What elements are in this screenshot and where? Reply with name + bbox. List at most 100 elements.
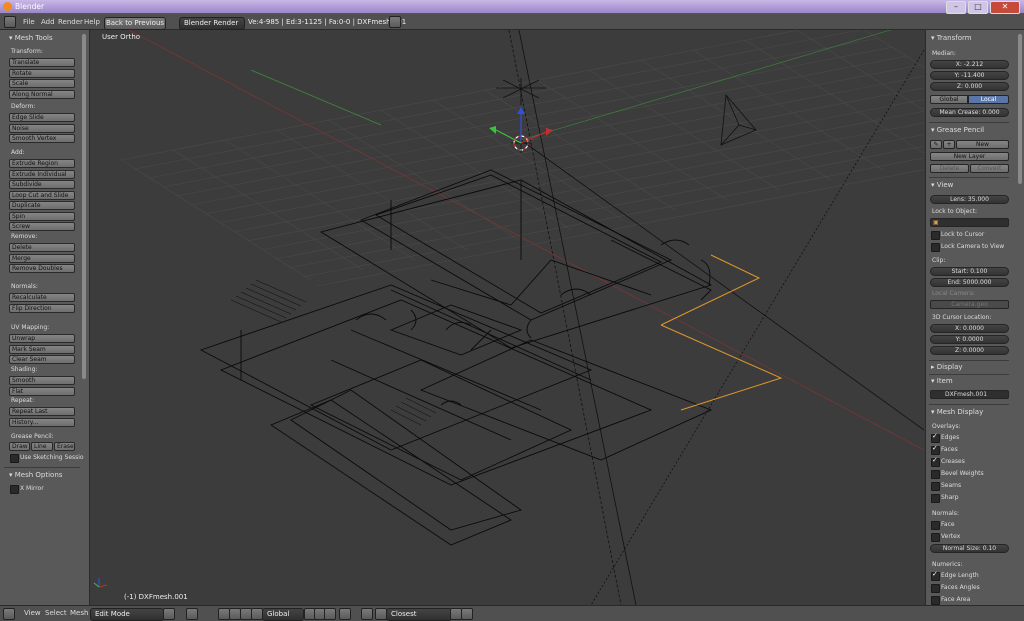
cursor-y-field[interactable]: Y: 0.0000 bbox=[930, 335, 1009, 344]
tool-button-smooth[interactable]: Smooth bbox=[9, 376, 75, 385]
tool-button-delete[interactable]: Delete bbox=[9, 243, 75, 252]
tool-button-extrude-individual[interactable]: Extrude Individual bbox=[9, 169, 75, 179]
mesh-display-panel-header[interactable]: ▾ Mesh Display bbox=[931, 408, 983, 416]
vertex-normals-checkbox[interactable] bbox=[931, 533, 940, 542]
seams-checkbox[interactable] bbox=[931, 482, 940, 491]
render-engine-dropdown[interactable]: Blender Render bbox=[179, 17, 245, 30]
face-select-icon[interactable] bbox=[324, 608, 336, 620]
tool-button-extrude-region[interactable]: Extrude Region bbox=[9, 159, 75, 168]
tool-button-screw[interactable]: Screw bbox=[9, 222, 75, 231]
snap-target-dropdown[interactable]: Closest bbox=[386, 608, 452, 621]
tool-button-remove-doubles[interactable]: Remove Doubles bbox=[9, 264, 75, 273]
editor-type-icon[interactable] bbox=[3, 608, 15, 620]
edges-checkbox[interactable] bbox=[931, 432, 940, 443]
opengl-render-icon[interactable] bbox=[461, 608, 473, 620]
minimize-button[interactable]: – bbox=[946, 1, 966, 14]
sharp-checkbox[interactable] bbox=[931, 494, 940, 503]
tool-button-flip-direction[interactable]: Flip Direction bbox=[9, 303, 75, 313]
pencil-icon[interactable]: ✎ bbox=[930, 140, 942, 149]
menu-view[interactable]: View bbox=[24, 609, 41, 617]
tool-button-flat[interactable]: Flat bbox=[9, 386, 75, 396]
lock-object-field[interactable]: ▣ bbox=[930, 218, 1009, 227]
menu-render[interactable]: Render bbox=[58, 18, 83, 26]
tool-button-recalculate[interactable]: Recalculate bbox=[9, 293, 75, 302]
gp-new-button[interactable]: New bbox=[956, 140, 1009, 149]
mesh-tools-header[interactable]: ▾ Mesh Tools bbox=[9, 34, 53, 42]
global-toggle[interactable]: Global bbox=[930, 95, 968, 104]
tool-button-mark-seam[interactable]: Mark Seam bbox=[9, 344, 75, 354]
tool-button-scale[interactable]: Scale bbox=[9, 79, 75, 88]
tool-button-merge[interactable]: Merge bbox=[9, 253, 75, 263]
toolshelf-scrollbar[interactable] bbox=[82, 34, 86, 379]
menu-mesh[interactable]: Mesh bbox=[70, 609, 88, 617]
tool-button-spin[interactable]: Spin bbox=[9, 211, 75, 221]
tool-button-clear-seam[interactable]: Clear Seam bbox=[9, 355, 75, 364]
item-panel-header[interactable]: ▾ Item bbox=[931, 377, 953, 385]
close-button[interactable]: ✕ bbox=[990, 1, 1020, 14]
lens-field[interactable]: Lens: 35.000 bbox=[930, 195, 1009, 204]
editor-type-icon[interactable] bbox=[4, 16, 16, 28]
normal-size-field[interactable]: Normal Size: 0.10 bbox=[930, 544, 1009, 553]
faces-angles-checkbox[interactable] bbox=[931, 584, 940, 593]
faces-checkbox[interactable] bbox=[931, 444, 940, 455]
floor-plan-wireframe[interactable] bbox=[199, 169, 713, 546]
pivot-point-icon[interactable] bbox=[186, 608, 198, 620]
creases-checkbox[interactable] bbox=[931, 456, 940, 467]
bevel-weights-checkbox[interactable] bbox=[931, 470, 940, 479]
proportional-edit-icon[interactable] bbox=[339, 608, 351, 620]
gp-line-button[interactable]: Line bbox=[31, 442, 53, 451]
view-panel-header[interactable]: ▾ View bbox=[931, 181, 953, 189]
viewport-shading-icon[interactable] bbox=[163, 608, 175, 620]
maximize-button[interactable]: □ bbox=[968, 1, 988, 14]
mesh-options-header[interactable]: ▾ Mesh Options bbox=[9, 471, 62, 479]
menu-select[interactable]: Select bbox=[45, 609, 67, 617]
median-z-field[interactable]: Z: 0.000 bbox=[930, 82, 1009, 91]
mode-dropdown[interactable]: Edit Mode bbox=[90, 608, 164, 621]
gp-erase-button[interactable]: Erase bbox=[54, 442, 75, 451]
gp-draw-button[interactable]: Draw bbox=[9, 442, 30, 451]
snap-toggle-icon[interactable] bbox=[361, 608, 373, 620]
tool-button-along-normal[interactable]: Along Normal bbox=[9, 89, 75, 99]
cursor-z-field[interactable]: Z: 0.0000 bbox=[930, 346, 1009, 355]
local-camera-field[interactable]: Camera.geo bbox=[930, 300, 1009, 309]
properties-scrollbar[interactable] bbox=[1018, 34, 1022, 184]
convert-button[interactable]: Convert bbox=[970, 164, 1009, 173]
new-layer-button[interactable]: New Layer bbox=[930, 152, 1009, 161]
tool-button-unwrap[interactable]: Unwrap bbox=[9, 334, 75, 343]
orientation-dropdown[interactable]: Global bbox=[262, 608, 304, 621]
tool-button-translate[interactable]: Translate bbox=[9, 58, 75, 67]
cursor-x-field[interactable]: X: 0.0000 bbox=[930, 324, 1009, 333]
use-sketching-checkbox[interactable] bbox=[10, 454, 19, 463]
edge-length-checkbox[interactable] bbox=[931, 570, 940, 581]
item-name-field[interactable]: DXFmesh.001 bbox=[930, 390, 1009, 399]
menu-file[interactable]: File bbox=[23, 18, 35, 26]
tool-button-subdivide[interactable]: Subdivide bbox=[9, 180, 75, 189]
tool-button-noise[interactable]: Noise bbox=[9, 123, 75, 133]
x-mirror-checkbox[interactable] bbox=[10, 485, 19, 494]
lock-cursor-checkbox[interactable] bbox=[931, 231, 940, 240]
mean-crease-field[interactable]: Mean Crease: 0.000 bbox=[930, 108, 1009, 117]
menu-help[interactable]: Help bbox=[84, 18, 100, 26]
add-icon[interactable]: + bbox=[943, 140, 955, 149]
grease-pencil-panel-header[interactable]: ▾ Grease Pencil bbox=[931, 126, 984, 134]
display-panel-header[interactable]: ▸ Display bbox=[931, 363, 963, 371]
menu-add[interactable]: Add bbox=[41, 18, 55, 26]
clip-end-field[interactable]: End: 5000.000 bbox=[930, 278, 1009, 287]
tool-button-repeat-last[interactable]: Repeat Last bbox=[9, 407, 75, 416]
selected-edges[interactable] bbox=[660, 254, 783, 411]
tool-button-smooth-vertex[interactable]: Smooth Vertex bbox=[9, 134, 75, 143]
3d-viewport[interactable]: User Ortho (-1) DXFmesh.001 bbox=[91, 30, 924, 605]
median-x-field[interactable]: X: -2.212 bbox=[930, 60, 1009, 69]
tool-button-rotate[interactable]: Rotate bbox=[9, 68, 75, 78]
tool-button-edge-slide[interactable]: Edge Slide bbox=[9, 113, 75, 122]
median-y-field[interactable]: Y: -11.400 bbox=[930, 71, 1009, 80]
delete-frame-button[interactable]: Delete Frame bbox=[930, 164, 969, 180]
face-normals-checkbox[interactable] bbox=[931, 521, 940, 530]
tool-button-duplicate[interactable]: Duplicate bbox=[9, 201, 75, 210]
clip-start-field[interactable]: Start: 0.100 bbox=[930, 267, 1009, 276]
tool-button-history[interactable]: History... bbox=[9, 417, 75, 427]
face-area-checkbox[interactable] bbox=[931, 596, 940, 605]
tool-button-loop-cut-and-slide[interactable]: Loop Cut and Slide bbox=[9, 190, 75, 200]
lock-camera-checkbox[interactable] bbox=[931, 243, 940, 252]
screen-layout-icon[interactable] bbox=[389, 16, 401, 28]
